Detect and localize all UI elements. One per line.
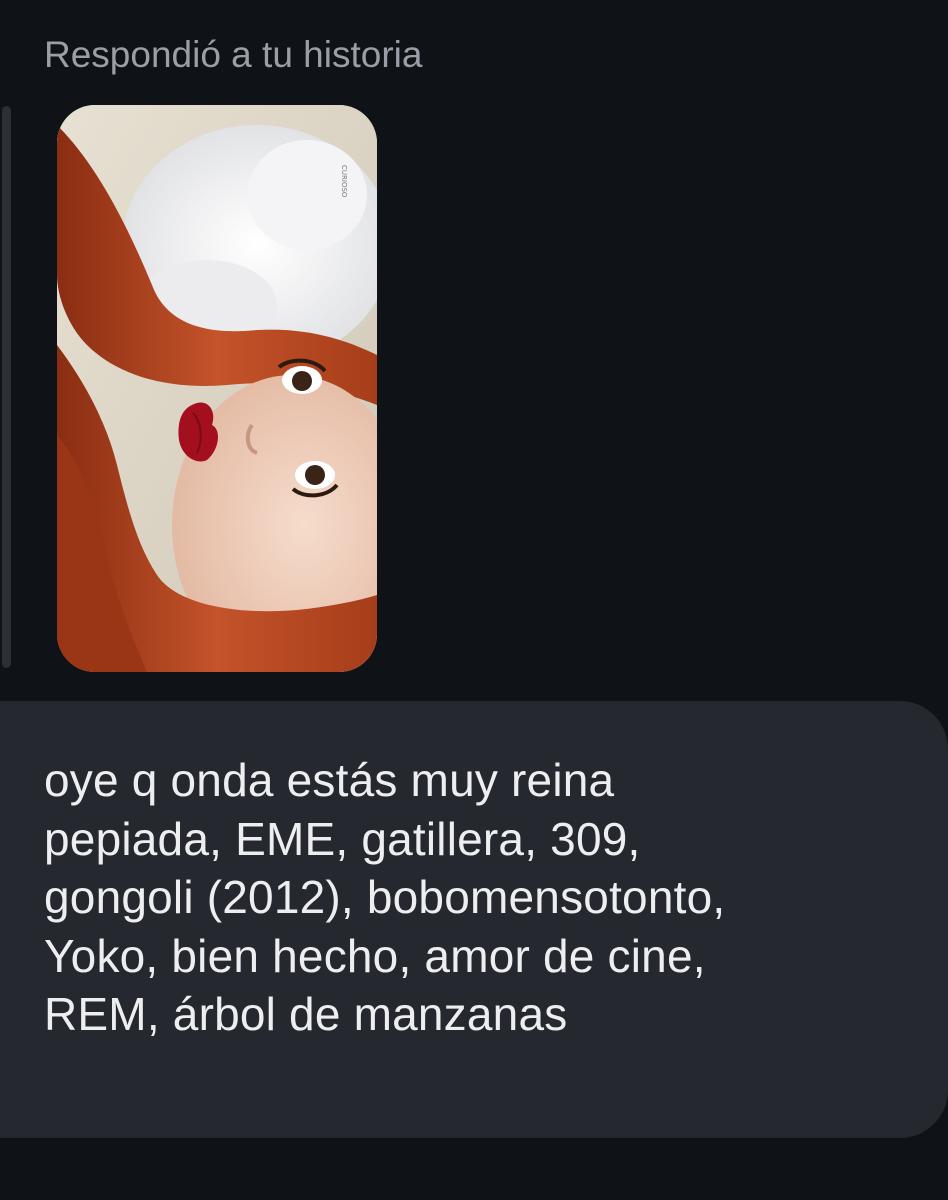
message-text: oye q onda estás muy reina pepiada, EME,…: [44, 754, 726, 1040]
svg-text:CURIOSO: CURIOSO: [340, 165, 348, 198]
reply-context-label: Respondió a tu historia: [44, 34, 423, 75]
quote-indicator-bar: [2, 106, 11, 668]
story-photo-icon: CURIOSO: [57, 105, 377, 672]
message-bubble[interactable]: oye q onda estás muy reina pepiada, EME,…: [0, 701, 948, 1138]
story-thumbnail[interactable]: CURIOSO: [57, 105, 377, 672]
